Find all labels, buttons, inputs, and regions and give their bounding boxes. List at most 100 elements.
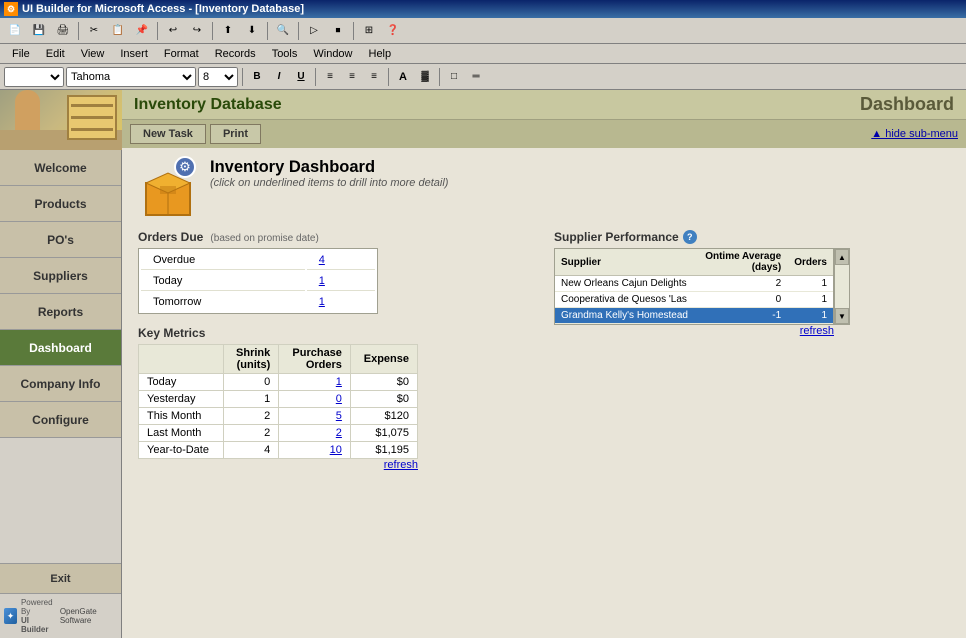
scroll-up-btn[interactable]: ▲: [835, 249, 849, 265]
format-sep2: [315, 68, 316, 86]
sidebar-bottom: Exit ✦ Powered By UI Builder OpenGate So…: [0, 563, 121, 638]
shrink-cell: 1: [224, 391, 279, 408]
sort-asc-btn[interactable]: ⬆: [217, 20, 239, 42]
sort-desc-btn[interactable]: ⬇: [241, 20, 263, 42]
title-bar: ⚙ UI Builder for Microsoft Access - [Inv…: [0, 0, 966, 18]
orders-due-header: Orders Due: [138, 230, 203, 244]
new-btn[interactable]: 📄: [4, 20, 26, 42]
table-row: Tomorrow 1: [141, 293, 375, 311]
menu-edit[interactable]: Edit: [38, 46, 73, 62]
redo-btn[interactable]: ↪: [186, 20, 208, 42]
col-po: PurchaseOrders: [279, 345, 351, 374]
orders-due-table: Overdue 4 Today 1 Tomorrow 1: [138, 248, 378, 314]
sidebar-logo: ✦ Powered By UI Builder OpenGate Softwar…: [0, 594, 121, 638]
orders-cell: 1: [787, 292, 833, 308]
copy-btn[interactable]: 📋: [107, 20, 129, 42]
expense-cell: $120: [350, 408, 417, 425]
po-cell: 0: [279, 391, 351, 408]
menu-tools[interactable]: Tools: [264, 46, 306, 62]
sidebar: Welcome Products PO's Suppliers Reports …: [0, 90, 122, 638]
sidebar-item-company-info[interactable]: Company Info: [0, 366, 121, 402]
toolbar-row-1: 📄 💾 🖨 ✂ 📋 📌 ↩ ↪ ⬆ ⬇ 🔍 ▷ ⏹ ⊞ ❓: [0, 18, 966, 44]
save-btn[interactable]: 💾: [28, 20, 50, 42]
sidebar-item-welcome[interactable]: Welcome: [0, 150, 121, 186]
sidebar-item-dashboard[interactable]: Dashboard: [0, 330, 121, 366]
paste-btn[interactable]: 📌: [131, 20, 153, 42]
special-btn[interactable]: ═: [466, 67, 486, 87]
highlight-btn[interactable]: ▓: [415, 67, 435, 87]
supplier-table-container: Supplier Ontime Average(days) Orders New…: [554, 248, 950, 325]
po-link[interactable]: 10: [330, 444, 342, 456]
align-left-btn[interactable]: ≡: [320, 67, 340, 87]
font-name-select[interactable]: Tahoma: [66, 67, 196, 87]
new-task-button[interactable]: New Task: [130, 124, 206, 144]
supplier-table: Supplier Ontime Average(days) Orders New…: [555, 249, 833, 324]
cut-btn[interactable]: ✂: [83, 20, 105, 42]
menu-window[interactable]: Window: [305, 46, 360, 62]
bold-btn[interactable]: B: [247, 67, 267, 87]
app-icon: ⚙: [4, 2, 18, 16]
menu-help[interactable]: Help: [361, 46, 400, 62]
menu-insert[interactable]: Insert: [112, 46, 156, 62]
font-size-select[interactable]: 8: [198, 67, 238, 87]
supplier-header-row: Supplier Performance ?: [554, 230, 950, 244]
overdue-value[interactable]: 4: [319, 254, 325, 266]
ui-builder-text: UI Builder: [21, 616, 56, 634]
po-cell: 10: [279, 442, 351, 459]
hide-submenu-link[interactable]: ▲ hide sub-menu: [871, 128, 958, 140]
col-period: [139, 345, 224, 374]
sidebar-item-suppliers[interactable]: Suppliers: [0, 258, 121, 294]
print-btn[interactable]: 🖨: [52, 20, 74, 42]
menu-format[interactable]: Format: [156, 46, 207, 62]
border-btn[interactable]: □: [444, 67, 464, 87]
filter-btn[interactable]: ▷: [303, 20, 325, 42]
orders-due-subheader: (based on promise date): [210, 233, 318, 244]
tomorrow-value[interactable]: 1: [319, 296, 325, 308]
align-center-btn[interactable]: ≡: [342, 67, 362, 87]
style-select[interactable]: [4, 67, 64, 87]
format-bar: Tahoma 8 B I U ≡ ≡ ≡ A ▓ □ ═: [0, 64, 966, 90]
table-row: Yesterday 1 0 $0: [139, 391, 418, 408]
supplier-refresh-link[interactable]: refresh: [554, 325, 834, 337]
undo-btn[interactable]: ↩: [162, 20, 184, 42]
win-btn[interactable]: ⊞: [358, 20, 380, 42]
info-icon[interactable]: ?: [683, 230, 697, 244]
po-link[interactable]: 2: [336, 427, 342, 439]
period-cell: Today: [139, 374, 224, 391]
help-btn[interactable]: ❓: [382, 20, 404, 42]
col-supplier: Supplier: [555, 249, 697, 276]
font-color-btn[interactable]: A: [393, 67, 413, 87]
print-button[interactable]: Print: [210, 124, 261, 144]
sidebar-item-configure[interactable]: Configure: [0, 402, 121, 438]
stop-btn[interactable]: ⏹: [327, 20, 349, 42]
ontime-cell: -1: [697, 308, 787, 324]
underline-btn[interactable]: U: [291, 67, 311, 87]
po-link[interactable]: 0: [336, 393, 342, 405]
italic-btn[interactable]: I: [269, 67, 289, 87]
supplier-table-wrapper: Supplier Ontime Average(days) Orders New…: [554, 248, 834, 325]
sep4: [267, 22, 268, 40]
sidebar-item-reports[interactable]: Reports: [0, 294, 121, 330]
po-link[interactable]: 5: [336, 410, 342, 422]
po-link[interactable]: 1: [336, 376, 342, 388]
sidebar-item-pos[interactable]: PO's: [0, 222, 121, 258]
sidebar-item-exit[interactable]: Exit: [0, 564, 121, 594]
expense-cell: $1,075: [350, 425, 417, 442]
table-row: Grandma Kelly's Homestead -1 1: [555, 308, 833, 324]
menu-records[interactable]: Records: [207, 46, 264, 62]
orders-cell: 1: [787, 276, 833, 292]
align-right-btn[interactable]: ≡: [364, 67, 384, 87]
supplier-scrollbar: ▲ ▼: [834, 248, 850, 325]
orders-due-header-row: Orders Due (based on promise date): [138, 230, 534, 244]
menu-view[interactable]: View: [73, 46, 113, 62]
metrics-refresh-link[interactable]: refresh: [138, 459, 418, 471]
find-btn[interactable]: 🔍: [272, 20, 294, 42]
sidebar-item-products[interactable]: Products: [0, 186, 121, 222]
period-cell: Yesterday: [139, 391, 224, 408]
metrics-header-row: Shrink(units) PurchaseOrders Expense: [139, 345, 418, 374]
today-value[interactable]: 1: [319, 275, 325, 287]
menu-file[interactable]: File: [4, 46, 38, 62]
scroll-down-btn[interactable]: ▼: [835, 308, 849, 324]
dashboard-header: ⚙ Inventory Dashboard (click on underlin…: [138, 158, 950, 218]
supplier-name-cell: Grandma Kelly's Homestead: [555, 308, 697, 324]
